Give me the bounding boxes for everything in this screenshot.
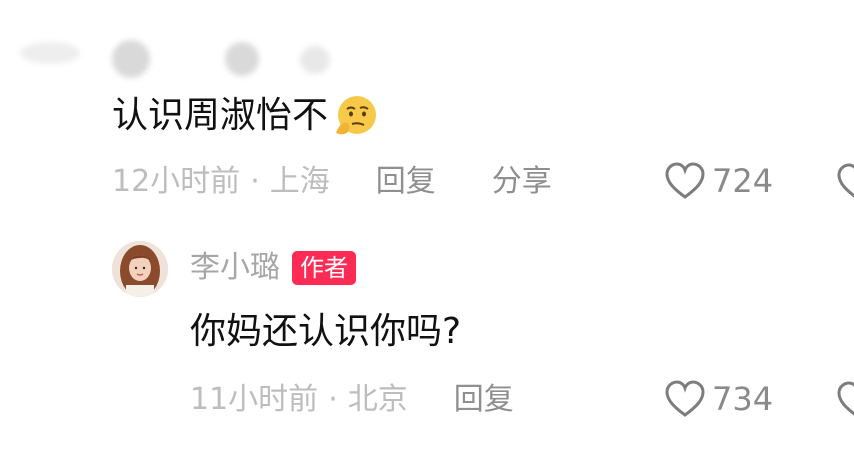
share-button[interactable]: 分享 [492,162,552,202]
reply-text: 你妈还认识你吗? [190,311,462,352]
reply-time: 11小时前 [190,382,319,417]
blurred-user-header [0,0,420,90]
blurred-avatar [112,40,150,78]
main-comment-text: 认识周淑怡不 [112,95,329,136]
like-count: 724 [712,162,774,200]
blurred-name [225,42,259,76]
heart-icon [665,162,705,199]
thinking-face-emoji-icon [336,96,377,135]
main-comment-meta: 12小时前 · 上海 回复 分享 [112,162,552,202]
reply-like-button[interactable]: 734 [664,380,773,418]
meta-separator: · [328,382,338,417]
reply-author-row: 李小璐 作者 [190,248,356,288]
reply-reply-button[interactable]: 回复 [454,380,514,420]
main-comment-body: 认识周淑怡不 [112,92,378,140]
reply-button[interactable]: 回复 [376,162,436,202]
meta-separator: · [250,164,260,199]
reply-location: 北京 [347,382,408,417]
reply-like-count: 734 [712,380,774,418]
avatar[interactable] [112,241,168,297]
partial-heart-icon[interactable] [836,163,854,203]
like-button[interactable]: 724 [664,162,773,200]
heart-icon [665,380,705,417]
reply-author-name[interactable]: 李小璐 [190,248,280,288]
reply-meta: 11小时前 · 北京 回复 [190,380,514,420]
comment-location: 上海 [269,164,330,199]
blurred-decoration [20,42,80,64]
comment-time: 12小时前 [112,164,241,199]
author-badge: 作者 [292,251,356,285]
partial-heart-icon[interactable] [836,381,854,421]
blurred-badge [300,46,330,74]
